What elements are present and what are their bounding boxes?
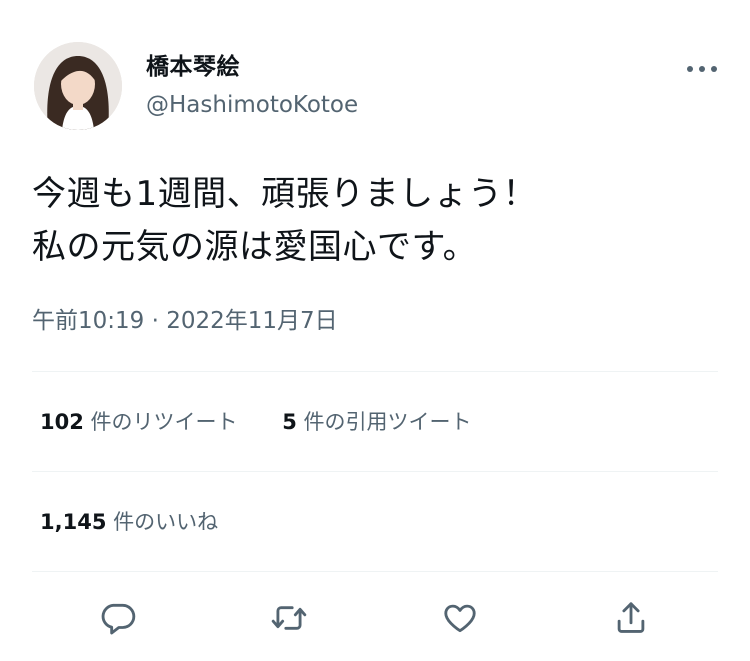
share-button[interactable] [609, 596, 653, 640]
likes-stats-row: 1,145 件のいいね [40, 508, 218, 536]
retweets-stat[interactable]: 102 件のリツイート [40, 408, 238, 436]
reply-button[interactable] [96, 596, 140, 640]
divider [32, 571, 718, 572]
tweet-text-line-2: 私の元気の源は愛国心です。 [32, 227, 478, 267]
like-button[interactable] [438, 596, 482, 640]
retweet-count: 102 [40, 410, 84, 434]
likes-stat[interactable]: 1,145 件のいいね [40, 508, 218, 536]
divider [32, 371, 718, 372]
quotes-stat[interactable]: 5 件の引用ツイート [282, 408, 471, 436]
avatar-image [34, 42, 122, 130]
quote-label: 件の引用ツイート [303, 410, 472, 434]
retweet-label: 件のリツイート [90, 410, 238, 434]
display-name[interactable]: 橋本琴絵 [146, 52, 240, 82]
share-icon [617, 602, 645, 633]
heart-icon [444, 604, 476, 633]
more-options-button[interactable] [682, 56, 722, 82]
action-bar [0, 596, 750, 640]
retweet-stats-row: 102 件のリツイート 5 件の引用ツイート [40, 408, 472, 436]
retweet-button[interactable] [267, 596, 311, 640]
divider [32, 471, 718, 472]
user-handle[interactable]: @HashimotoKotoe [146, 90, 358, 120]
like-label: 件のいいね [113, 510, 219, 534]
tweet-timestamp[interactable]: 午前10:19 · 2022年11月7日 [32, 306, 338, 336]
tweet-text: 今週も1週間、頑張りましょう！ 私の元気の源は愛国心です。 [32, 168, 712, 274]
retweet-icon [271, 606, 307, 630]
avatar[interactable] [34, 42, 122, 130]
more-horizontal-icon [687, 66, 717, 72]
tweet-text-line-1: 今週も1週間、頑張りましょう！ [32, 174, 538, 214]
reply-icon [101, 603, 136, 635]
like-count: 1,145 [40, 510, 107, 534]
quote-count: 5 [282, 410, 297, 434]
